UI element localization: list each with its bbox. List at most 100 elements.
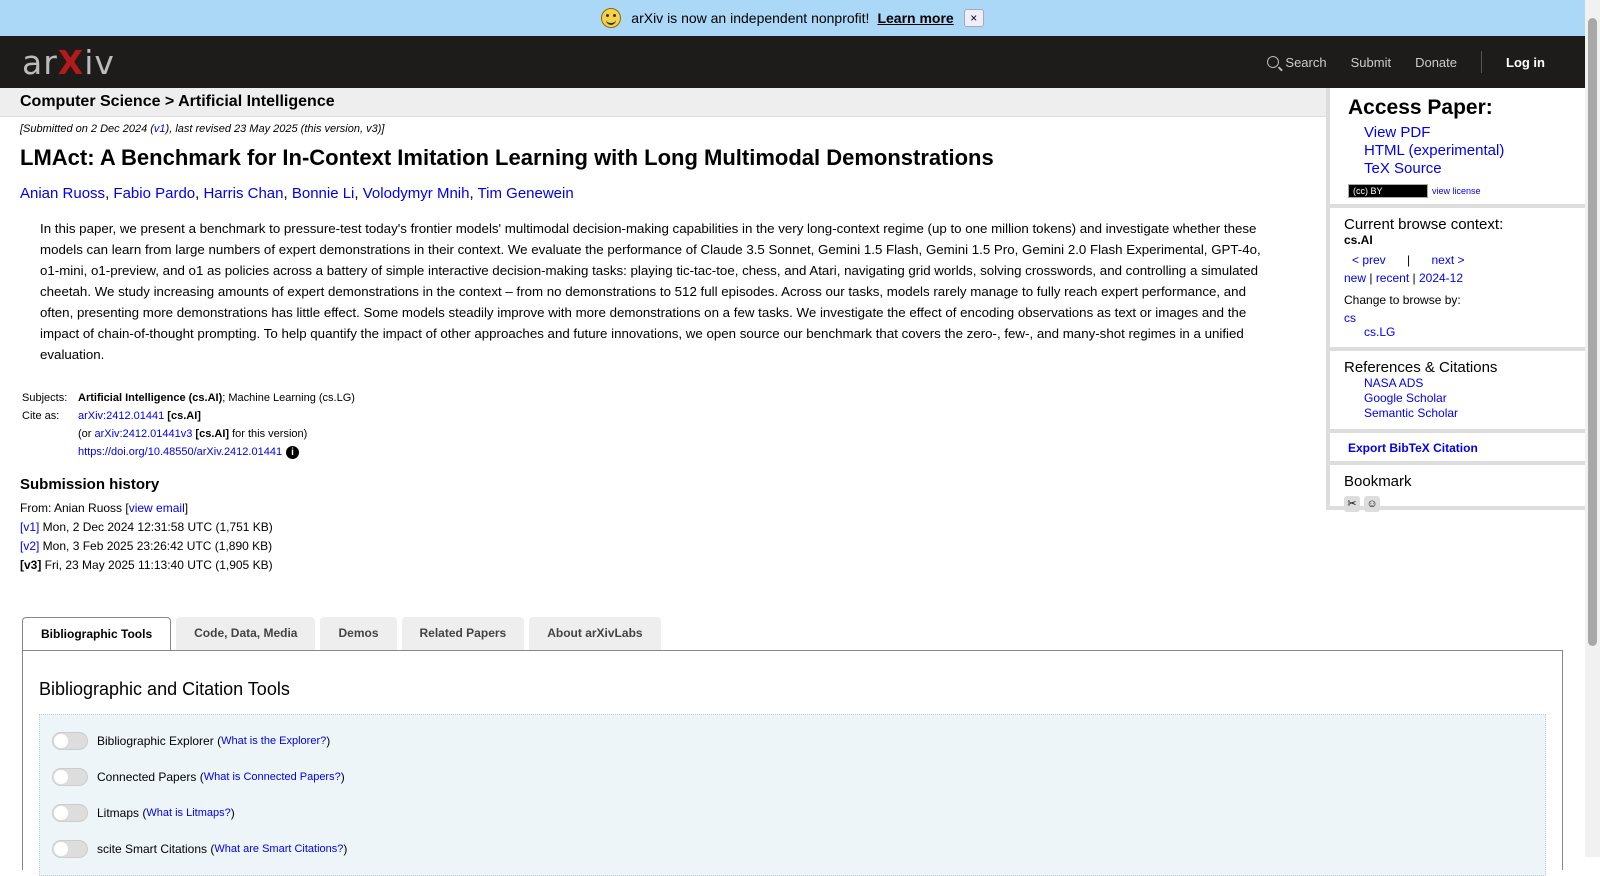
- site-header: arXiv Search Submit Donate Log in: [0, 36, 1585, 88]
- browse-category: cs.AI: [1344, 233, 1373, 247]
- recent-link[interactable]: recent: [1376, 271, 1409, 285]
- author-link[interactable]: Harris Chan: [203, 185, 283, 202]
- panel-title: Bibliographic and Citation Tools: [39, 679, 290, 699]
- view-license-link[interactable]: view license: [1432, 186, 1481, 196]
- search-icon: [1267, 56, 1280, 68]
- cite-category: [cs.AI]: [167, 410, 201, 422]
- tool-row: Bibliographic Explorer (What is the Expl…: [52, 723, 1533, 759]
- tex-source-link[interactable]: TeX Source: [1364, 160, 1571, 178]
- month-link[interactable]: 2024-12: [1419, 271, 1463, 285]
- nasa-ads-link[interactable]: NASA ADS: [1364, 376, 1571, 391]
- tool-name: Litmaps: [97, 806, 140, 820]
- tool-help-link[interactable]: What is Litmaps?: [146, 807, 230, 819]
- semantic-scholar-link[interactable]: Semantic Scholar: [1364, 406, 1571, 421]
- doi-link[interactable]: https://doi.org/10.48550/arXiv.2412.0144…: [78, 446, 282, 458]
- or-prefix: (or: [78, 428, 95, 440]
- version-date: Fri, 23 May 2025 11:13:40 UTC (1,905 KB): [41, 558, 273, 572]
- listing-nav: new | recent | 2024-12: [1344, 271, 1464, 285]
- bookmark-section: Bookmark ✂ ☺: [1330, 465, 1585, 520]
- smiley-icon: [601, 8, 622, 28]
- labs-tabs: Bibliographic Tools Code, Data, Media De…: [22, 617, 666, 651]
- arxiv-version-link[interactable]: arXiv:2412.01441v3: [95, 428, 193, 440]
- submit-link[interactable]: Submit: [1351, 55, 1391, 70]
- arxiv-logo[interactable]: arXiv: [22, 43, 115, 82]
- arxiv-id-link[interactable]: arXiv:2412.01441: [78, 410, 164, 422]
- other-subjects: ; Machine Learning (cs.LG): [222, 392, 355, 404]
- close-icon[interactable]: ×: [963, 9, 984, 27]
- tab-bibliographic-tools[interactable]: Bibliographic Tools: [22, 617, 172, 651]
- version-link[interactable]: [v2]: [20, 539, 39, 553]
- html-link[interactable]: HTML (experimental): [1364, 142, 1571, 160]
- tab-about-arxivlabs[interactable]: About arXivLabs: [529, 617, 661, 650]
- author-link[interactable]: Volodymyr Mnih: [363, 185, 470, 202]
- cslg-link[interactable]: cs.LG: [1364, 325, 1395, 339]
- toggle-switch[interactable]: [52, 840, 88, 858]
- donate-link[interactable]: Donate: [1415, 55, 1457, 70]
- history-from: From: Anian Ruoss [view email]: [20, 499, 1290, 518]
- view-email-link[interactable]: view email: [129, 501, 185, 515]
- author-link[interactable]: Bonnie Li: [292, 185, 355, 202]
- from-pre: From: Anian Ruoss [: [20, 501, 129, 515]
- author-link[interactable]: Anian Ruoss: [20, 185, 105, 202]
- info-icon[interactable]: i: [286, 446, 300, 459]
- tool-name: Connected Papers: [97, 770, 197, 784]
- toggle-switch[interactable]: [52, 732, 88, 750]
- cite-version-category: [cs.AI]: [195, 428, 230, 440]
- metadata-table: Subjects: Artificial Intelligence (cs.AI…: [20, 389, 357, 462]
- cite-version: (or arXiv:2412.01441v3 [cs.AI] for this …: [76, 425, 357, 443]
- tab-related-papers[interactable]: Related Papers: [401, 617, 525, 650]
- spacer-cell: [20, 425, 76, 443]
- tab-code-data-media[interactable]: Code, Data, Media: [176, 617, 316, 650]
- search-button[interactable]: Search: [1267, 54, 1327, 70]
- tool-help-link[interactable]: What is the Explorer?: [221, 735, 326, 747]
- history-version: [v3] Fri, 23 May 2025 11:13:40 UTC (1,90…: [20, 556, 1290, 575]
- learn-more-link[interactable]: Learn more: [877, 10, 953, 26]
- author-link[interactable]: Fabio Pardo: [113, 185, 195, 202]
- login-link[interactable]: Log in: [1506, 55, 1545, 70]
- cs-link[interactable]: cs: [1344, 311, 1356, 325]
- new-link[interactable]: new: [1344, 271, 1366, 285]
- toggle-switch[interactable]: [52, 768, 88, 786]
- from-post: ]: [184, 501, 189, 515]
- dateline-v1-link[interactable]: v1: [154, 123, 166, 135]
- tab-demos[interactable]: Demos: [320, 617, 397, 650]
- author-link[interactable]: Tim Genewein: [478, 185, 574, 202]
- tool-help-link[interactable]: What are Smart Citations?: [214, 843, 343, 855]
- export-bibtex-link[interactable]: Export BibTeX Citation: [1348, 441, 1478, 455]
- cite-value: arXiv:2412.01441 [cs.AI]: [76, 407, 357, 425]
- or-suffix: for this version): [229, 428, 308, 440]
- primary-subject: Artificial Intelligence (cs.AI): [78, 392, 223, 404]
- breadcrumb: Computer Science > Artificial Intelligen…: [0, 88, 1326, 117]
- access-paper-section: Access Paper: View PDF HTML (experimenta…: [1330, 88, 1585, 208]
- cc-by-badge[interactable]: (cc) BY: [1348, 184, 1428, 198]
- tool-help-link[interactable]: What is Connected Papers?: [204, 771, 341, 783]
- browse-cs: cs: [1344, 311, 1571, 325]
- prev-next-nav: < prev | next >: [1352, 253, 1571, 267]
- google-scholar-link[interactable]: Google Scholar: [1364, 391, 1571, 406]
- sidebar: Access Paper: View PDF HTML (experimenta…: [1326, 88, 1585, 512]
- search-label: Search: [1285, 54, 1327, 70]
- version-date: Mon, 2 Dec 2024 12:31:58 UTC (1,751 KB): [39, 520, 273, 534]
- prev-link[interactable]: < prev: [1352, 253, 1386, 267]
- tools-list: Bibliographic Explorer (What is the Expl…: [39, 714, 1546, 876]
- paper-main: [Submitted on 2 Dec 2024 (v1), last revi…: [20, 118, 1290, 575]
- banner-text: arXiv is now an independent nonprofit!: [631, 10, 870, 26]
- tab-panel: Bibliographic and Citation Tools Bibliog…: [22, 650, 1563, 876]
- version-link[interactable]: [v1]: [20, 520, 39, 534]
- page-scrollbar[interactable]: [1585, 0, 1600, 857]
- bookmark-icons: ✂ ☺: [1344, 494, 1571, 512]
- view-pdf-link[interactable]: View PDF: [1364, 124, 1571, 142]
- tool-name: Bibliographic Explorer: [97, 734, 214, 748]
- tool-row: scite Smart Citations (What are Smart Ci…: [52, 831, 1533, 867]
- author-list: Anian Ruoss, Fabio Pardo, Harris Chan, B…: [20, 185, 574, 202]
- next-link[interactable]: next >: [1432, 253, 1465, 267]
- scrollbar-thumb[interactable]: [1588, 18, 1597, 646]
- history-version: [v2] Mon, 3 Feb 2025 23:26:42 UTC (1,890…: [20, 537, 1290, 556]
- bibsonomy-icon[interactable]: ✂: [1344, 496, 1360, 512]
- submission-dateline: [Submitted on 2 Dec 2024 (v1), last revi…: [20, 123, 1290, 135]
- reddit-icon[interactable]: ☺: [1364, 496, 1380, 512]
- toggle-switch[interactable]: [52, 804, 88, 822]
- current-version-tag: [v3]: [20, 558, 42, 572]
- browse-title: Current browse context:: [1344, 216, 1504, 233]
- tool-row: Connected Papers (What is Connected Pape…: [52, 759, 1533, 795]
